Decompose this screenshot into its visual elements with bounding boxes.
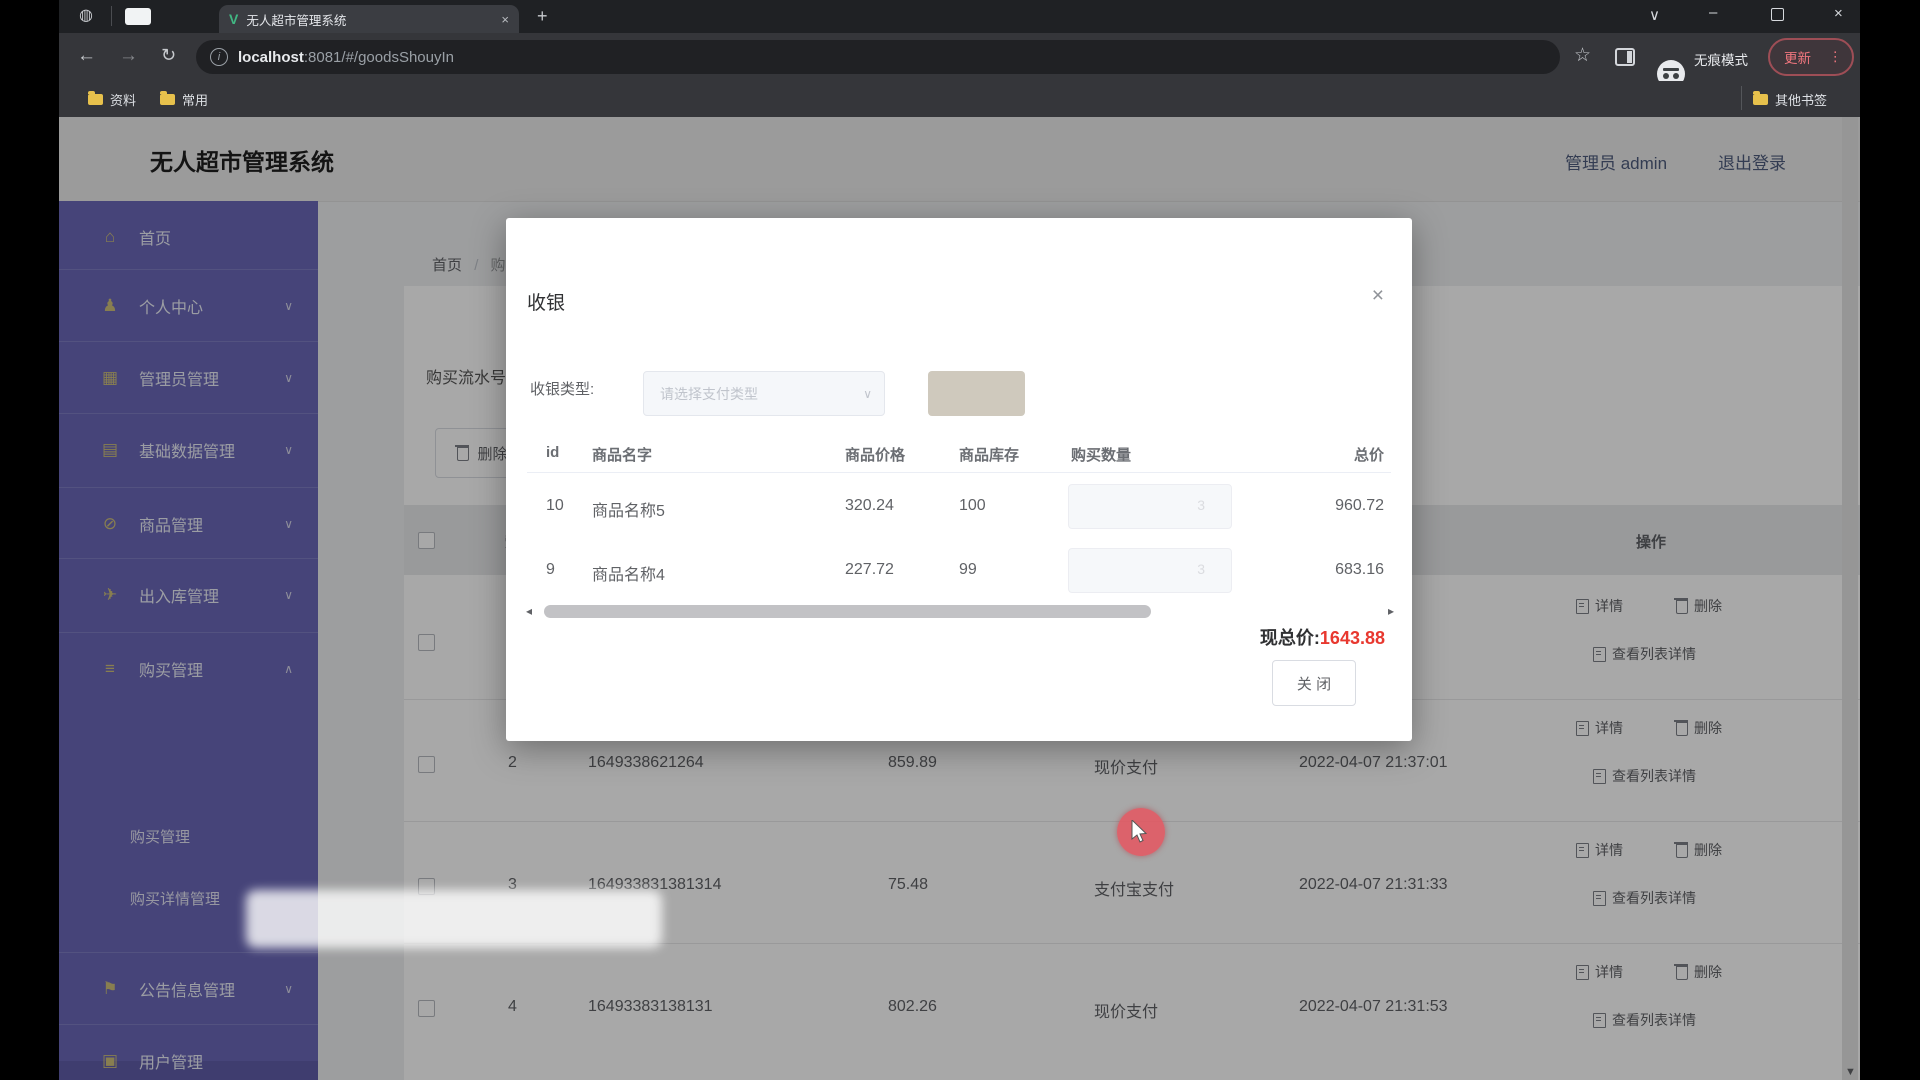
total-value: 1643.88 [1320, 628, 1385, 648]
bookmark-folder[interactable]: 资料 [88, 90, 136, 109]
select-placeholder: 请选择支付类型 [660, 384, 758, 404]
vue-favicon: V [229, 11, 238, 27]
modal-col-stock: 商品库存 [959, 444, 1019, 465]
minimize-icon[interactable]: – [1709, 4, 1717, 21]
screen: ◍ V 无人超市管理系统 × + ∨ – × ← → ↻ i localhost… [0, 0, 1920, 1080]
bookmark-folder[interactable]: 常用 [160, 90, 208, 109]
other-bookmarks-label: 其他书签 [1775, 90, 1827, 109]
bookmarks-bar: 资料 常用 其他书签 [59, 81, 1860, 118]
maximize-icon[interactable] [1771, 8, 1784, 21]
address-bar[interactable]: i localhost :8081/#/goodsShouyIn [196, 40, 1560, 74]
divider [1741, 86, 1742, 110]
modal-title: 收银 [527, 288, 565, 315]
scroll-left-icon[interactable]: ◂ [526, 604, 532, 618]
pinned-tab[interactable] [125, 8, 151, 25]
cell-total: 683.16 [1335, 561, 1384, 579]
update-button[interactable]: 更新 ⋮ [1768, 38, 1854, 76]
url-path: :8081/#/goodsShouyIn [304, 49, 454, 66]
reload-icon[interactable]: ↻ [161, 46, 176, 64]
cashier-type-label: 收银类型: [530, 378, 594, 399]
split-screen-icon[interactable] [1615, 48, 1635, 66]
back-icon[interactable]: ← [77, 46, 96, 65]
tab-title: 无人超市管理系统 [246, 10, 493, 29]
modal-col-qty: 购买数量 [1071, 444, 1131, 465]
modal-col-total: 总价 [1354, 444, 1384, 465]
cell-name: 商品名称5 [592, 497, 665, 521]
bookmark-label: 常用 [182, 90, 208, 109]
modal-close-button[interactable]: 关 闭 [1272, 660, 1356, 706]
new-tab-icon[interactable]: + [537, 7, 548, 25]
modal-scrollbar-thumb[interactable] [544, 605, 1151, 618]
cell-name: 商品名称4 [592, 561, 665, 585]
cursor-arrow-icon [1131, 820, 1151, 844]
url-host: localhost [238, 49, 304, 66]
cell-id: 10 [546, 497, 564, 515]
mouse-cursor [1117, 808, 1165, 856]
divider [111, 6, 112, 26]
cashier-modal: 收银 × 收银类型: 请选择支付类型 ∨ id 商品名字 商品价格 商品库存 购… [506, 218, 1412, 741]
scroll-right-icon[interactable]: ▸ [1388, 604, 1394, 618]
cell-stock: 99 [959, 561, 977, 579]
cell-price: 320.24 [845, 497, 894, 515]
cell-id: 9 [546, 561, 555, 579]
folder-icon [160, 94, 175, 105]
update-label: 更新 [1784, 47, 1811, 67]
forward-icon[interactable]: → [119, 46, 138, 65]
cashier-submit-button[interactable] [928, 371, 1025, 416]
browser-tab-bar: ◍ V 无人超市管理系统 × + ∨ – × [59, 0, 1860, 33]
quantity-input[interactable]: 3 [1068, 484, 1232, 529]
tab-close-icon[interactable]: × [501, 12, 509, 27]
chevron-down-icon: ∨ [863, 387, 872, 401]
site-info-icon[interactable]: i [210, 48, 228, 66]
quantity-input[interactable]: 3 [1068, 548, 1232, 593]
incognito-label: 无痕模式 [1694, 49, 1748, 69]
browser-toolbar: ← → ↻ i localhost :8081/#/goodsShouyIn ☆… [59, 33, 1860, 81]
other-bookmarks[interactable]: 其他书签 [1753, 90, 1827, 109]
close-window-icon[interactable]: × [1834, 5, 1843, 22]
current-total: 现总价:1643.88 [1260, 624, 1385, 650]
window-menu-icon[interactable]: ∨ [1649, 6, 1660, 24]
cell-total: 960.72 [1335, 497, 1384, 515]
browser-tab[interactable]: V 无人超市管理系统 × [219, 5, 519, 33]
cell-price: 227.72 [845, 561, 894, 579]
modal-col-name: 商品名字 [592, 444, 652, 465]
divider [527, 472, 1391, 473]
modal-col-price: 商品价格 [845, 444, 905, 465]
modal-col-id: id [546, 444, 559, 461]
bookmark-star-icon[interactable]: ☆ [1574, 46, 1591, 65]
modal-close-icon[interactable]: × [1372, 284, 1384, 308]
browser-logo-icon: ◍ [79, 8, 93, 24]
blurred-watermark [246, 890, 662, 948]
folder-icon [88, 94, 103, 105]
kebab-menu-icon[interactable]: ⋮ [1829, 49, 1843, 65]
bookmark-label: 资料 [110, 90, 136, 109]
pay-type-select[interactable]: 请选择支付类型 ∨ [643, 371, 885, 416]
cell-stock: 100 [959, 497, 986, 515]
folder-icon [1753, 94, 1768, 105]
close-button-label: 关 闭 [1297, 673, 1331, 694]
total-label: 现总价: [1260, 628, 1320, 648]
